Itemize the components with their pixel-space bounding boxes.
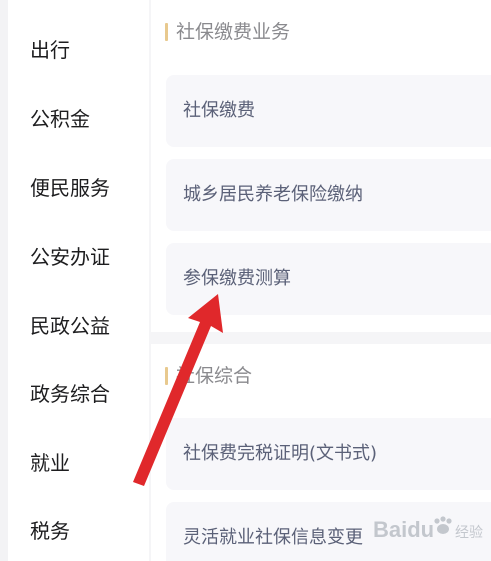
baidu-watermark-logo-icon: Baidu 经验 — [373, 516, 483, 542]
service-card-tax-payment-certificate[interactable]: 社保费完税证明(文书式) — [166, 418, 491, 490]
section-accent-bar — [165, 367, 168, 385]
sidebar-item-civil-affairs[interactable]: 民政公益 — [30, 314, 110, 338]
sidebar-item-convenience[interactable]: 便民服务 — [30, 176, 110, 200]
service-card-contribution-calculator[interactable]: 参保缴费测算 — [166, 243, 491, 315]
sidebar-item-housing-fund[interactable]: 公积金 — [30, 107, 90, 131]
section-title: 社保综合 — [176, 365, 253, 387]
services-panel: 社保缴费业务 社保缴费 城乡居民养老保险缴纳 参保缴费测算 社保综合 社保费完税… — [151, 0, 491, 561]
service-card-social-insurance-payment[interactable]: 社保缴费 — [166, 75, 491, 147]
sidebar-item-police-certs[interactable]: 公安办证 — [30, 245, 110, 269]
card-label: 城乡居民养老保险缴纳 — [183, 184, 363, 205]
sidebar-item-employment[interactable]: 就业 — [30, 451, 70, 475]
card-label: 参保缴费测算 — [183, 268, 291, 289]
sidebar-item-travel[interactable]: 出行 — [30, 38, 70, 62]
card-label: 社保费完税证明(文书式) — [183, 443, 378, 464]
sidebar-item-government[interactable]: 政务综合 — [30, 382, 110, 406]
watermark-text: 经验 — [455, 525, 483, 541]
section-separator — [151, 332, 491, 344]
edge-strip — [0, 0, 8, 561]
app-screen: 出行 公积金 便民服务 公安办证 民政公益 政务综合 就业 税务 社保缴费业务 … — [0, 0, 491, 561]
paw-icon — [434, 516, 452, 534]
card-label: 灵活就业社保信息变更 — [183, 527, 363, 548]
watermark-brand: Baidu — [373, 517, 434, 542]
section-accent-bar — [165, 23, 168, 41]
card-label: 社保缴费 — [183, 100, 255, 121]
category-sidebar: 出行 公积金 便民服务 公安办证 民政公益 政务综合 就业 税务 — [8, 0, 149, 561]
section-title: 社保缴费业务 — [176, 21, 291, 43]
sidebar-item-tax[interactable]: 税务 — [30, 519, 70, 543]
service-card-rural-pension-payment[interactable]: 城乡居民养老保险缴纳 — [166, 159, 491, 231]
